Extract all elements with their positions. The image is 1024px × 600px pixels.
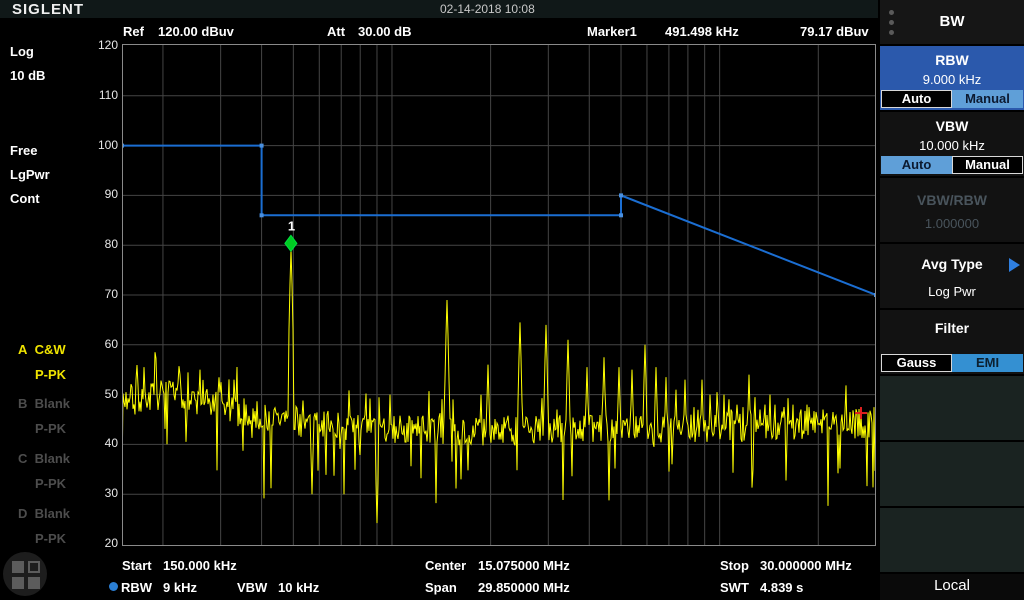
ref-value: 120.00 dBuv [158, 24, 234, 39]
vbw-auto-button[interactable]: Auto [881, 156, 952, 174]
marker-label: 1 [288, 218, 295, 233]
trace-b-mode: Blank [35, 396, 70, 411]
trace-c-mode: Blank [35, 451, 70, 466]
limit-line-vertex [260, 144, 264, 148]
y-axis-label: 50 [86, 387, 118, 401]
vbw-value: 10 kHz [278, 580, 319, 595]
home-grid-icon[interactable] [3, 552, 47, 596]
ref-row: Ref 120.00 dBuv Att 30.00 dB Marker1 491… [0, 18, 880, 44]
softkey-empty-3[interactable] [880, 508, 1024, 572]
trace-row-c: C Blank [18, 451, 70, 466]
y-axis-label: 100 [86, 138, 118, 152]
limit-line-vertex [619, 193, 623, 197]
y-axis-label: 60 [86, 337, 118, 351]
rbw-current-value: 9.000 kHz [880, 72, 1024, 87]
trace-row-a: A C&W [18, 342, 66, 357]
swt-label: SWT [720, 580, 749, 595]
trace-b-detector: P-PK [35, 421, 66, 436]
rbw-auto-button[interactable]: Auto [881, 90, 952, 108]
trace-a-mode: C&W [35, 342, 66, 357]
avg-mode-label: LgPwr [10, 167, 50, 182]
y-axis-label: 20 [86, 536, 118, 550]
rbw-status-led [109, 582, 118, 591]
marker-diamond [285, 235, 297, 251]
softkey-filter[interactable]: Filter Gauss EMI [880, 310, 1024, 374]
rbw-value: 9 kHz [163, 580, 197, 595]
y-axis-label: 120 [86, 38, 118, 52]
swt-value: 4.839 s [760, 580, 803, 595]
softkey-vbw[interactable]: VBW 10.000 kHz Auto Manual [880, 112, 1024, 176]
brand-logo: SIGLENT [12, 1, 84, 18]
menu-title: BW [880, 13, 1024, 30]
stop-label: Stop [720, 558, 749, 573]
rbw-manual-button[interactable]: Manual [952, 90, 1023, 108]
softkey-empty-1[interactable] [880, 376, 1024, 440]
panel-dot-icon [889, 30, 894, 35]
marker-readout-level: 79.17 dBuv [800, 24, 869, 39]
vbw-rbw-value: 1.000000 [880, 216, 1024, 231]
center-label: Center [425, 558, 466, 573]
trace-row-d: D Blank [18, 506, 70, 521]
trigger-label: Free [10, 143, 37, 158]
span-label: Span [425, 580, 457, 595]
clock: 02-14-2018 10:08 [440, 2, 535, 16]
y-axis-label: 40 [86, 436, 118, 450]
trace-c-detector: P-PK [35, 476, 66, 491]
menu-header: BW [880, 0, 1024, 44]
rbw-label: RBW [121, 580, 152, 595]
marker-readout-label: Marker1 [587, 24, 637, 39]
filter-title: Filter [880, 320, 1024, 336]
avg-type-value: Log Pwr [880, 284, 1024, 299]
avg-type-title: Avg Type [880, 256, 1024, 272]
top-bar: SIGLENT 02-14-2018 10:08 [0, 0, 880, 18]
start-label: Start [122, 558, 152, 573]
ref-label: Ref [123, 24, 144, 39]
trace-d-detector: P-PK [35, 531, 66, 546]
limit-line-vertex [260, 213, 264, 217]
trace-a-id: A [18, 342, 27, 357]
softkey-vbw-rbw-ratio: VBW/RBW 1.000000 [880, 178, 1024, 242]
submenu-arrow-icon [1009, 258, 1020, 272]
att-value: 30.00 dB [358, 24, 411, 39]
softkey-rbw[interactable]: RBW 9.000 kHz Auto Manual [880, 46, 1024, 110]
trace-d-id: D [18, 506, 27, 521]
vbw-label: VBW [237, 580, 267, 595]
vbw-manual-button[interactable]: Manual [952, 156, 1023, 174]
trace-row-b: B Blank [18, 396, 70, 411]
limit-line-vertex [619, 213, 623, 217]
rbw-title: RBW [880, 52, 1024, 68]
y-axis-label: 80 [86, 237, 118, 251]
analyzer-screen: SIGLENT 02-14-2018 10:08 Ref 120.00 dBuv… [0, 0, 1024, 600]
trace-b-id: B [18, 396, 27, 411]
y-axis-label: 70 [86, 287, 118, 301]
stop-value: 30.000000 MHz [760, 558, 852, 573]
vbw-current-value: 10.000 kHz [880, 138, 1024, 153]
softkey-avg-type[interactable]: Avg Type Log Pwr [880, 244, 1024, 308]
center-value: 15.075000 MHz [478, 558, 570, 573]
start-value: 150.000 kHz [163, 558, 237, 573]
trace-d-mode: Blank [35, 506, 70, 521]
sweep-mode-label: Cont [10, 191, 40, 206]
trace-c-id: C [18, 451, 27, 466]
span-value: 29.850000 MHz [478, 580, 570, 595]
att-label: Att [327, 24, 345, 39]
marker-readout-freq: 491.498 kHz [665, 24, 739, 39]
vbw-rbw-title: VBW/RBW [880, 192, 1024, 208]
filter-gauss-button[interactable]: Gauss [881, 354, 952, 372]
y-axis-label: 30 [86, 486, 118, 500]
status-bar: Start 150.000 kHz Center 15.075000 MHz S… [0, 550, 880, 600]
amp-scale-label: Log [10, 44, 34, 59]
softkey-panel: BW RBW 9.000 kHz Auto Manual VBW 10.000 … [878, 0, 1024, 600]
spectrum-plot: 1 [122, 44, 876, 546]
trace-a-detector: P-PK [35, 367, 66, 382]
vbw-title: VBW [880, 118, 1024, 134]
amp-div-label: 10 dB [10, 68, 45, 83]
filter-emi-button[interactable]: EMI [952, 354, 1023, 372]
trace-a-polyline [122, 249, 876, 523]
local-button[interactable]: Local [880, 574, 1024, 600]
y-axis-label: 110 [86, 88, 118, 102]
limit-line [122, 146, 876, 295]
softkey-empty-2[interactable] [880, 442, 1024, 506]
y-axis-label: 90 [86, 187, 118, 201]
